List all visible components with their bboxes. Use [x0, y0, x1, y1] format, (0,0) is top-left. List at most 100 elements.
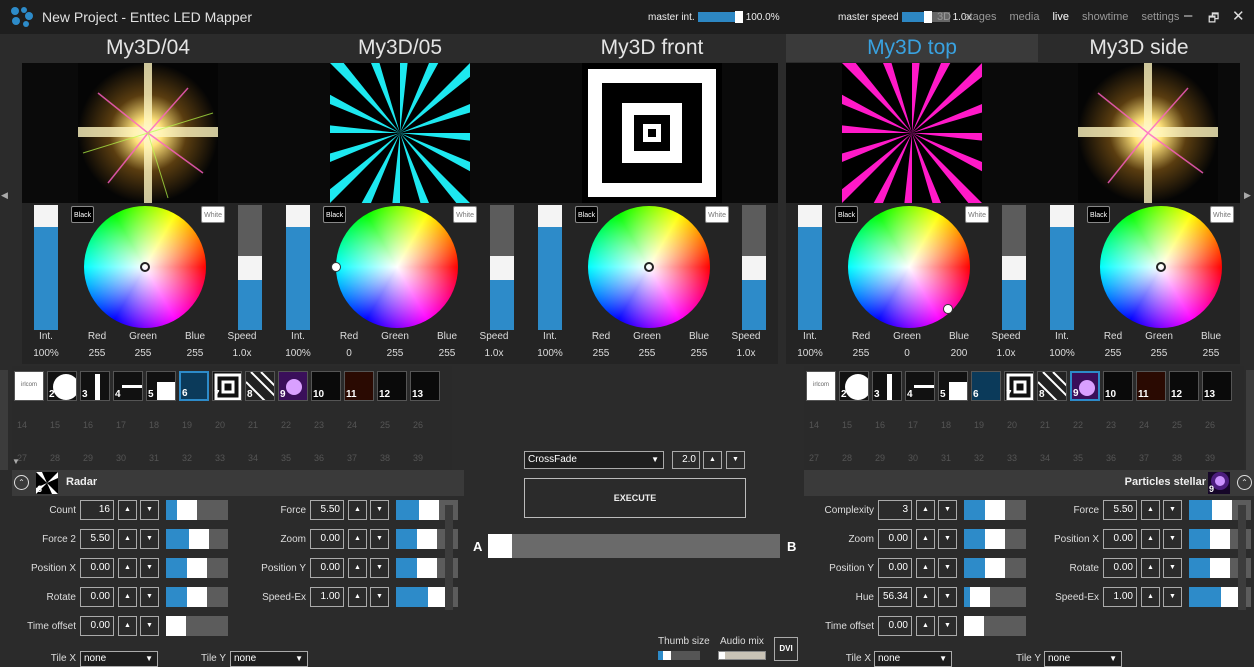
param-value-field[interactable]: 0.00 — [1103, 558, 1137, 578]
color-wheel[interactable] — [848, 206, 970, 328]
effect-slot-5[interactable]: 5 — [146, 371, 176, 401]
color-wheel[interactable] — [331, 206, 458, 328]
effect-slot-12[interactable]: 12 — [1169, 371, 1199, 401]
param-value-field[interactable]: 0.00 — [310, 558, 344, 578]
param-decrease-button[interactable]: ▼ — [370, 529, 389, 549]
param-increase-button[interactable]: ▲ — [348, 529, 367, 549]
effect-slot-25[interactable]: 25 — [1169, 404, 1199, 434]
deck-my3d-top[interactable]: My3D top Black White Int. Red Green Blue… — [786, 34, 1038, 364]
time-increase-button[interactable]: ▲ — [703, 451, 722, 469]
param-increase-button[interactable]: ▲ — [1141, 500, 1160, 520]
effect-slot-19[interactable]: 19 — [971, 404, 1001, 434]
black-button[interactable]: Black — [835, 206, 859, 223]
white-button[interactable]: White — [1210, 206, 1234, 223]
white-button[interactable]: White — [201, 206, 225, 223]
param-decrease-button[interactable]: ▼ — [938, 587, 957, 607]
right-params-scrollbar[interactable] — [1238, 505, 1246, 610]
param-value-field[interactable]: 16 — [80, 500, 114, 520]
effect-slot-4[interactable]: 4 — [113, 371, 143, 401]
param-decrease-button[interactable]: ▼ — [140, 500, 159, 520]
param-value-field[interactable]: 1.00 — [310, 587, 344, 607]
param-increase-button[interactable]: ▲ — [118, 616, 137, 636]
color-wheel[interactable] — [588, 206, 710, 328]
param-decrease-button[interactable]: ▼ — [140, 558, 159, 578]
param-value-field[interactable]: 0.00 — [878, 529, 912, 549]
effect-slot-5[interactable]: 5 — [938, 371, 968, 401]
param-increase-button[interactable]: ▲ — [916, 558, 935, 578]
param-increase-button[interactable]: ▲ — [1141, 558, 1160, 578]
param-decrease-button[interactable]: ▼ — [140, 529, 159, 549]
param-value-field[interactable]: 0.00 — [878, 558, 912, 578]
effect-slot-38[interactable]: 38 — [1169, 437, 1199, 467]
speed-slider[interactable] — [238, 205, 262, 330]
effect-slot-33[interactable]: 33 — [1004, 437, 1034, 467]
param-value-field[interactable]: 0.00 — [878, 616, 912, 636]
tile-y-select[interactable]: none ▼ — [1044, 651, 1122, 667]
effect-slot-34[interactable]: 34 — [1037, 437, 1067, 467]
param-decrease-button[interactable]: ▼ — [938, 558, 957, 578]
tile-x-select[interactable]: none ▼ — [80, 651, 158, 667]
effect-slot-20[interactable]: 20 — [1004, 404, 1034, 434]
nav-stages[interactable]: stages — [964, 11, 996, 23]
nav-3d[interactable]: 3D — [937, 11, 951, 23]
param-slider[interactable] — [166, 500, 228, 520]
left-palette-scroll-down-icon[interactable]: ▼ — [12, 457, 20, 466]
effect-slot-14[interactable]: 14 — [14, 404, 44, 434]
intensity-slider[interactable] — [34, 205, 58, 330]
param-increase-button[interactable]: ▲ — [916, 616, 935, 636]
tile-x-select[interactable]: none ▼ — [874, 651, 952, 667]
nav-live[interactable]: live — [1052, 11, 1069, 23]
effect-slot-7[interactable]: 7 — [212, 371, 242, 401]
effect-slot-25[interactable]: 25 — [377, 404, 407, 434]
effect-slot-36[interactable]: 36 — [311, 437, 341, 467]
param-decrease-button[interactable]: ▼ — [1163, 587, 1182, 607]
black-button[interactable]: Black — [71, 206, 95, 223]
black-button[interactable]: Black — [323, 206, 347, 223]
effect-slot-30[interactable]: 30 — [113, 437, 143, 467]
param-slider[interactable] — [964, 616, 1026, 636]
effect-slot-29[interactable]: 29 — [80, 437, 110, 467]
effect-slot-28[interactable]: 28 — [839, 437, 869, 467]
effect-slot-39[interactable]: 39 — [410, 437, 440, 467]
deck-my3d-04[interactable]: My3D/04 Black White Int. Red Green Blue … — [22, 34, 274, 364]
param-increase-button[interactable]: ▲ — [1141, 587, 1160, 607]
param-slider[interactable] — [166, 529, 228, 549]
color-wheel[interactable] — [84, 206, 206, 328]
param-increase-button[interactable]: ▲ — [118, 500, 137, 520]
effect-slot-28[interactable]: 28 — [47, 437, 77, 467]
nav-showtime[interactable]: showtime — [1082, 11, 1128, 23]
time-decrease-button[interactable]: ▼ — [726, 451, 745, 469]
effect-slot-16[interactable]: 16 — [872, 404, 902, 434]
left-palette-scrollbar[interactable] — [0, 370, 8, 470]
param-increase-button[interactable]: ▲ — [1141, 529, 1160, 549]
effect-slot-10[interactable]: 10 — [1103, 371, 1133, 401]
decks-scroll-right-icon[interactable]: ▶ — [1244, 190, 1251, 201]
speed-slider[interactable] — [490, 205, 514, 330]
effect-slot-31[interactable]: 31 — [938, 437, 968, 467]
param-increase-button[interactable]: ▲ — [118, 558, 137, 578]
effect-slot-24[interactable]: 24 — [1136, 404, 1166, 434]
speed-slider[interactable] — [742, 205, 766, 330]
effect-slot-30[interactable]: 30 — [905, 437, 935, 467]
effect-slot-17[interactable]: 17 — [113, 404, 143, 434]
effect-slot-15[interactable]: 15 — [839, 404, 869, 434]
effect-slot-9[interactable]: 9 — [1070, 371, 1100, 401]
color-wheel[interactable] — [1100, 206, 1222, 328]
white-button[interactable]: White — [705, 206, 729, 223]
minimize-button[interactable]: – — [1184, 7, 1192, 24]
param-decrease-button[interactable]: ▼ — [1163, 558, 1182, 578]
param-value-field[interactable]: 3 — [878, 500, 912, 520]
restore-button[interactable]: 🗗 — [1208, 9, 1219, 30]
effect-slot-11[interactable]: 11 — [1136, 371, 1166, 401]
effect-slot-34[interactable]: 34 — [245, 437, 275, 467]
param-slider[interactable] — [166, 616, 228, 636]
effect-slot-2[interactable]: 2 — [839, 371, 869, 401]
intensity-slider[interactable] — [538, 205, 562, 330]
effect-slot-10[interactable]: 10 — [311, 371, 341, 401]
effect-slot-11[interactable]: 11 — [344, 371, 374, 401]
param-increase-button[interactable]: ▲ — [348, 500, 367, 520]
effect-slot-8[interactable]: 8 — [245, 371, 275, 401]
effect-slot-29[interactable]: 29 — [872, 437, 902, 467]
effect-slot-4[interactable]: 4 — [905, 371, 935, 401]
effect-slot-35[interactable]: 35 — [278, 437, 308, 467]
